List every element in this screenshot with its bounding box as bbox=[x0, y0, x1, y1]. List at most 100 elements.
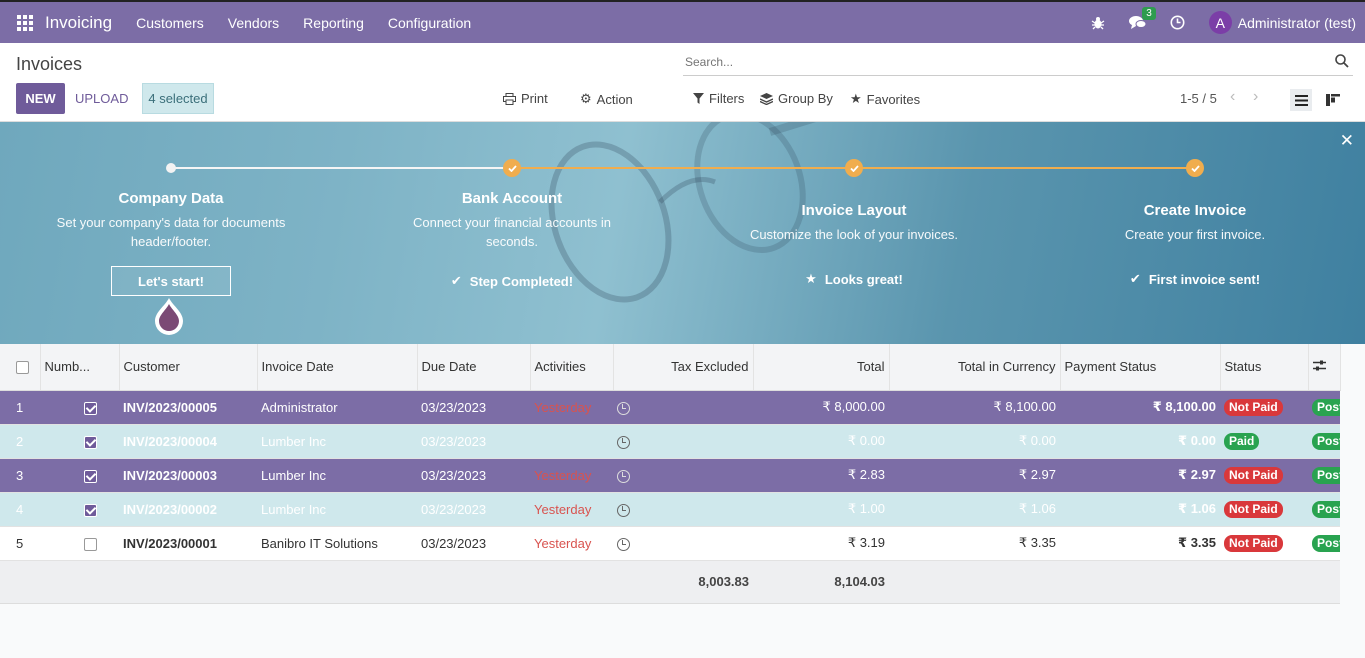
step-title: Company Data bbox=[118, 190, 224, 207]
status-badge: Post bbox=[1312, 466, 1340, 484]
customer-name[interactable]: Administrator bbox=[257, 390, 417, 425]
row-checkbox[interactable] bbox=[84, 469, 97, 483]
table-row[interactable]: 1 INV/2023/00005 Administrator 03/23/2023 Ye… bbox=[0, 390, 1340, 425]
filters-button[interactable]: Filters bbox=[693, 91, 744, 106]
total: ₹ 8,100.00 bbox=[889, 390, 1060, 425]
looks-great-status[interactable]: ★ Looks great! bbox=[724, 271, 984, 287]
menu-configuration[interactable]: Configuration bbox=[388, 15, 471, 31]
user-menu[interactable]: Administrator (test) bbox=[1238, 15, 1356, 31]
table-row[interactable]: 5 INV/2023/00001 Banibro IT Solutions 03/23… bbox=[0, 526, 1340, 561]
upload-button[interactable]: UPLOAD bbox=[75, 83, 128, 114]
search-input[interactable] bbox=[683, 50, 1323, 74]
payment-status-cell: Not Paid bbox=[1220, 492, 1308, 527]
select-all-checkbox[interactable] bbox=[16, 361, 29, 375]
customer-name[interactable]: Lumber Inc bbox=[257, 424, 417, 459]
header-number[interactable]: Numb... bbox=[40, 344, 120, 391]
activity-clock-icon[interactable] bbox=[617, 503, 630, 517]
select-all-cell[interactable] bbox=[0, 344, 41, 391]
optional-columns-icon[interactable] bbox=[1308, 344, 1341, 391]
pager-value[interactable]: 1-5 / 5 bbox=[1180, 91, 1217, 106]
row-checkbox[interactable] bbox=[84, 503, 97, 517]
total-in-currency: ₹ 8,100.00 bbox=[1060, 390, 1220, 425]
customer-name[interactable]: Banibro IT Solutions bbox=[257, 526, 417, 561]
favorites-button[interactable]: ★ Favorites bbox=[850, 91, 920, 107]
total: ₹ 0.00 bbox=[889, 424, 1060, 459]
kanban-view-icon[interactable] bbox=[1322, 89, 1344, 111]
avatar[interactable]: A bbox=[1208, 11, 1232, 34]
row-checkbox[interactable] bbox=[84, 435, 97, 449]
new-button[interactable]: NEW bbox=[16, 83, 65, 114]
row-checkbox[interactable] bbox=[84, 401, 97, 415]
action-button[interactable]: ⚙ Action bbox=[580, 91, 633, 107]
activity-cell[interactable] bbox=[613, 424, 753, 459]
header-activities[interactable]: Activities bbox=[530, 344, 614, 391]
activity-cell[interactable] bbox=[613, 492, 753, 527]
close-icon[interactable]: ✕ bbox=[1340, 131, 1354, 151]
header-total-currency[interactable]: Total in Currency bbox=[889, 344, 1061, 391]
step-company-data: Company Data Set your company's data for… bbox=[41, 190, 301, 251]
invoice-number[interactable]: INV/2023/00002 bbox=[119, 492, 257, 527]
invoice-number[interactable]: INV/2023/00003 bbox=[119, 458, 257, 493]
payment-status-badge: Not Paid bbox=[1224, 466, 1283, 484]
action-label: Action bbox=[596, 91, 633, 107]
onboarding-panel: ✕ Company Data Set your company's data f… bbox=[0, 122, 1365, 344]
groupby-button[interactable]: Group By bbox=[760, 91, 833, 106]
menu-vendors[interactable]: Vendors bbox=[228, 15, 279, 31]
pager-previous-icon[interactable]: ‹ bbox=[1230, 88, 1235, 106]
header-total[interactable]: Total bbox=[753, 344, 890, 391]
chat-icon[interactable]: 3 bbox=[1128, 6, 1156, 32]
table-header-row: Numb... Customer Invoice Date Due Date A… bbox=[0, 344, 1341, 391]
activity-clock-icon[interactable] bbox=[617, 469, 630, 483]
invoice-number[interactable]: INV/2023/00004 bbox=[119, 424, 257, 459]
menu-reporting[interactable]: Reporting bbox=[303, 15, 364, 31]
selected-count: 4 selected bbox=[142, 83, 214, 114]
activity-clock-icon[interactable] bbox=[617, 537, 630, 551]
search-icon[interactable] bbox=[1335, 54, 1349, 68]
customer-name[interactable]: Lumber Inc bbox=[257, 492, 417, 527]
header-due-date[interactable]: Due Date bbox=[417, 344, 531, 391]
activity-clock-icon[interactable] bbox=[617, 401, 630, 415]
activity-clock-icon[interactable] bbox=[617, 435, 630, 449]
lets-start-button[interactable]: Let's start! bbox=[111, 266, 231, 296]
table-row[interactable]: 2 INV/2023/00004 Lumber Inc 03/23/2023 ₹ 0.0… bbox=[0, 424, 1340, 459]
layers-icon bbox=[760, 92, 773, 105]
customer-name[interactable]: Lumber Inc bbox=[257, 458, 417, 493]
invoice-number[interactable]: INV/2023/00005 bbox=[119, 390, 257, 425]
menu-customers[interactable]: Customers bbox=[136, 15, 204, 31]
step-completed-status[interactable]: ✔ Step Completed! bbox=[392, 273, 632, 289]
row-index: 2 bbox=[0, 424, 40, 459]
activity-cell[interactable] bbox=[613, 458, 753, 493]
activity-cell[interactable] bbox=[613, 526, 753, 561]
step-description: Create your first invoice. bbox=[1124, 227, 1266, 242]
pager-next-icon[interactable]: › bbox=[1253, 88, 1258, 106]
row-checkbox-cell[interactable] bbox=[40, 526, 119, 561]
activity-cell[interactable] bbox=[613, 390, 753, 425]
print-button[interactable]: Print bbox=[503, 91, 548, 106]
header-invoice-date[interactable]: Invoice Date bbox=[257, 344, 418, 391]
total: ₹ 3.35 bbox=[889, 526, 1060, 561]
payment-status-cell: Not Paid bbox=[1220, 390, 1308, 425]
systray: 3 A Administrator (test) bbox=[1089, 2, 1365, 43]
activity-clock-icon[interactable] bbox=[1169, 14, 1187, 32]
invoice-date: 03/23/2023 bbox=[417, 390, 530, 425]
row-checkbox-cell[interactable] bbox=[40, 390, 119, 425]
table-row[interactable]: 3 INV/2023/00003 Lumber Inc 03/23/2023 Yeste… bbox=[0, 458, 1340, 493]
header-status[interactable]: Status bbox=[1220, 344, 1309, 391]
apps-menu-icon[interactable] bbox=[17, 14, 33, 31]
header-payment-status[interactable]: Payment Status bbox=[1060, 344, 1221, 391]
first-invoice-sent-status[interactable]: ✔ First invoice sent! bbox=[1065, 271, 1325, 287]
row-checkbox-cell[interactable] bbox=[40, 424, 119, 459]
invoice-number[interactable]: INV/2023/00001 bbox=[119, 526, 257, 561]
app-name[interactable]: Invoicing bbox=[45, 13, 112, 33]
row-checkbox-cell[interactable] bbox=[40, 492, 119, 527]
row-index: 5 bbox=[0, 526, 40, 561]
header-tax-excluded[interactable]: Tax Excluded bbox=[613, 344, 754, 391]
filters-label: Filters bbox=[709, 91, 745, 106]
step-action-label: Looks great! bbox=[824, 271, 903, 287]
table-row[interactable]: 4 INV/2023/00002 Lumber Inc 03/23/2023 Yeste… bbox=[0, 492, 1340, 527]
row-checkbox-cell[interactable] bbox=[40, 458, 119, 493]
row-checkbox[interactable] bbox=[84, 537, 97, 551]
list-view-icon[interactable] bbox=[1290, 89, 1312, 111]
bug-icon[interactable] bbox=[1089, 14, 1107, 32]
header-customer[interactable]: Customer bbox=[119, 344, 258, 391]
